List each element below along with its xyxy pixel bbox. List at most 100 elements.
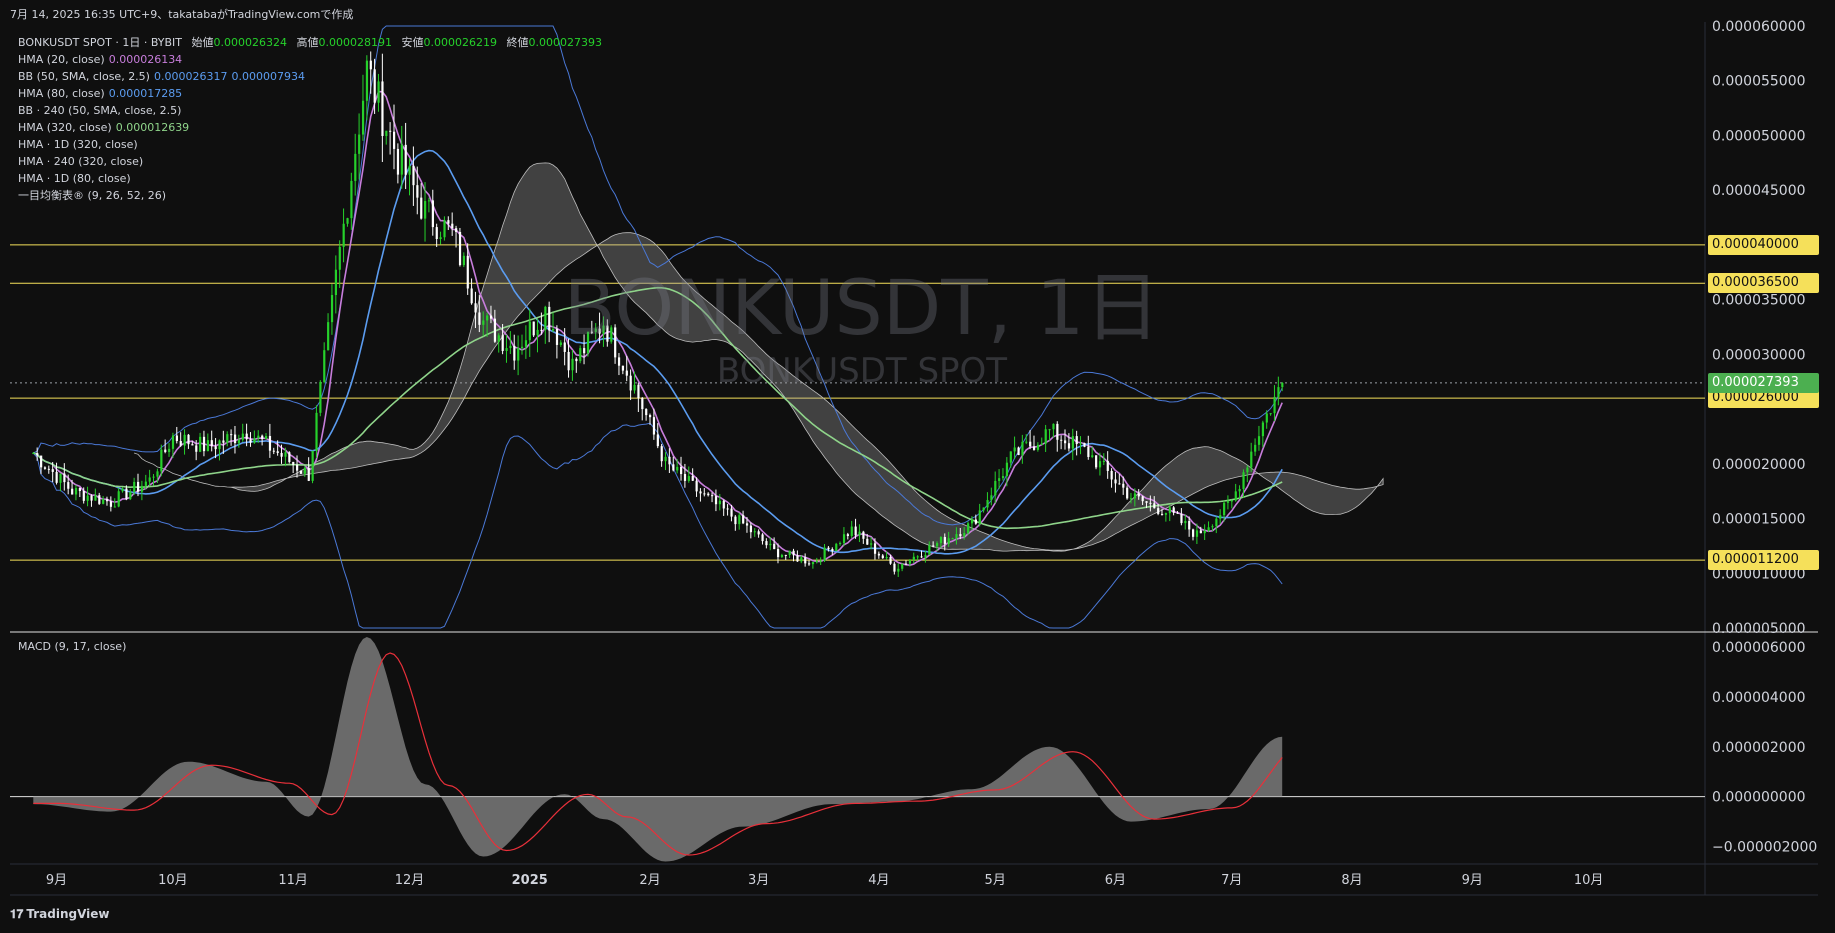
candle-body (164, 449, 167, 453)
candle-body (757, 531, 760, 535)
candle-body (745, 523, 749, 526)
candle-body (237, 439, 241, 444)
legend-symbol-row[interactable]: BONKUSDT SPOT · 1日 · BYBIT 始値0.000026324… (18, 34, 602, 51)
candle-body (815, 560, 818, 563)
candle-body (936, 543, 939, 547)
candle-body (831, 549, 834, 551)
candle-body (435, 227, 438, 240)
candle-body (276, 451, 279, 453)
candle-body (1079, 443, 1082, 445)
candle-body (753, 531, 756, 533)
candle-body (67, 482, 70, 489)
candle-body (970, 519, 974, 524)
candle-body (1265, 413, 1268, 423)
candle-body (121, 488, 124, 492)
level-price-tag[interactable]: 0.000040000 (1708, 234, 1819, 255)
candle-body (1048, 429, 1051, 431)
candle-body (998, 478, 1001, 481)
legend-hma20[interactable]: HMA (20, close) 0.000026134 (18, 51, 602, 68)
candle-body (1184, 521, 1187, 524)
candle-body (330, 295, 334, 323)
candle-body (175, 435, 178, 441)
legend-bb240[interactable]: BB · 240 (50, SMA, close, 2.5) (18, 102, 602, 119)
candle-body (505, 348, 508, 351)
current-price-tag[interactable]: 0.000027393 (1708, 372, 1819, 393)
macd-legend[interactable]: MACD (9, 17, close) (18, 640, 126, 653)
legend-hma240-320[interactable]: HMA · 240 (320, close) (18, 153, 602, 170)
macd-y-tick-label: 0.000006000 (1712, 640, 1806, 656)
candle-body (489, 315, 493, 319)
x-tick-label: 9月 (1462, 873, 1483, 888)
x-tick-label: 8月 (1341, 873, 1362, 888)
candle-body (156, 471, 159, 477)
candle-body (718, 500, 722, 505)
legend-low-value: 0.000026219 (423, 36, 497, 49)
candle-body (846, 534, 850, 536)
candle-body (513, 345, 516, 361)
candle-body (978, 510, 981, 524)
candle-body (1060, 439, 1063, 441)
candle-body (734, 516, 737, 525)
candle-body (1122, 483, 1125, 488)
legend-hma80[interactable]: HMA (80, close) 0.000017285 (18, 85, 602, 102)
legend-close-label: 終値 (506, 36, 529, 49)
x-tick-label: 6月 (1105, 873, 1126, 888)
candle-body (82, 490, 85, 501)
candle-body (241, 433, 244, 440)
candle-body (1087, 446, 1090, 457)
legend-hma1d80-label: HMA · 1D (80, close) (18, 172, 131, 185)
candle-body (144, 481, 147, 486)
candle-body (1009, 451, 1012, 463)
candle-body (509, 345, 512, 349)
candle-body (990, 495, 993, 501)
candle-body (210, 440, 213, 447)
candle-body (226, 434, 229, 443)
candle-body (1234, 491, 1237, 501)
watermark-symbol: BONKUSDT, 1日 (563, 263, 1161, 352)
candle-body (462, 255, 466, 266)
legend-hma320[interactable]: HMA (320, close) 0.000012639 (18, 119, 602, 136)
candle-body (1180, 513, 1183, 524)
candle-body (827, 547, 830, 550)
candle-body (967, 523, 970, 533)
candle-body (342, 223, 345, 247)
legend-bb50-value: 0.000026317 (153, 70, 228, 83)
legend-hma1d80[interactable]: HMA · 1D (80, close) (18, 170, 602, 187)
legend-bb50[interactable]: BB (50, SMA, close, 2.5) 0.000026317 0.000… (18, 68, 602, 85)
candle-body (994, 480, 997, 496)
candle-body (299, 470, 303, 474)
candle-body (893, 563, 896, 572)
candle-body (105, 499, 109, 502)
candle-body (90, 495, 93, 501)
candle-body (1083, 443, 1086, 447)
candle-body (676, 466, 679, 471)
candle-body (1029, 441, 1032, 447)
candle-body (486, 315, 489, 321)
candle (299, 470, 303, 474)
candle-body (897, 568, 900, 572)
candle-body (652, 417, 656, 435)
level-price-tag[interactable]: 0.000011200 (1708, 550, 1819, 571)
candle-body (129, 492, 132, 500)
candle-body (796, 555, 799, 562)
candle-body (1250, 451, 1253, 468)
candle-body (1001, 476, 1005, 479)
candle-body (765, 541, 768, 546)
candle-body (478, 312, 481, 325)
candle-body (1098, 461, 1102, 468)
legend-hma1d320[interactable]: HMA · 1D (320, close) (18, 136, 602, 153)
candle-body (932, 545, 935, 547)
candle-body (1025, 441, 1028, 443)
candle-body (808, 563, 811, 565)
legend-symbol: BONKUSDT SPOT · 1日 · BYBIT (18, 36, 183, 49)
candle-body (947, 538, 950, 544)
candle-body (761, 534, 764, 542)
level-price-tag[interactable]: 0.000036500 (1708, 273, 1819, 294)
candle-body (63, 473, 66, 483)
candle-body (1277, 387, 1280, 397)
candle-body (323, 350, 326, 382)
candle-body (98, 495, 101, 504)
candle-body (458, 231, 462, 266)
legend-ichimoku[interactable]: 一目均衡表® (9, 26, 52, 26) (18, 187, 602, 204)
tradingview-logo[interactable]: 𝟏𝟕 TradingView (10, 907, 110, 922)
